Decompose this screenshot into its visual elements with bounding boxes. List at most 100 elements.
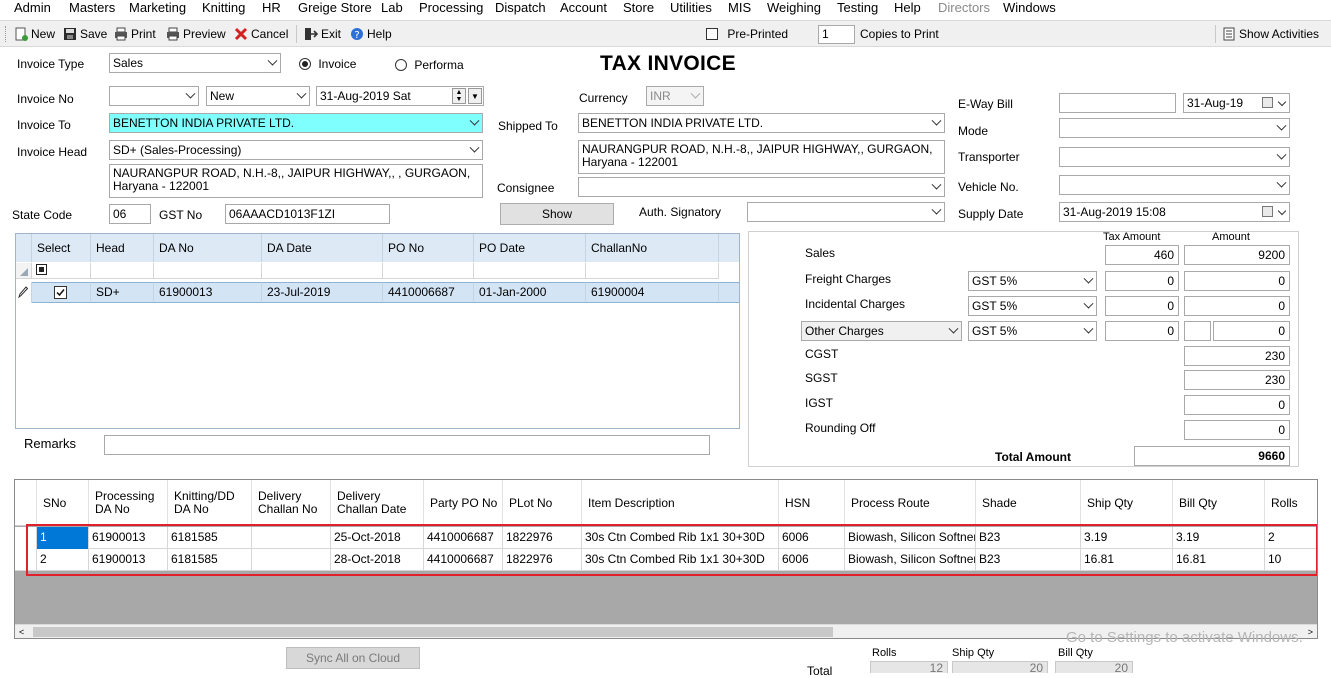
cell-delivery-challan-date[interactable]: 25-Oct-2018 bbox=[331, 527, 424, 549]
invoice-type-select[interactable]: Sales bbox=[109, 53, 281, 73]
currency-select[interactable]: INR bbox=[646, 86, 704, 106]
scroll-thumb[interactable] bbox=[33, 627, 833, 637]
cell-processing-da[interactable]: 61900013 bbox=[89, 549, 168, 571]
menu-weighing[interactable]: Weighing bbox=[767, 0, 821, 16]
sync-cloud-button[interactable]: Sync All on Cloud bbox=[286, 647, 420, 669]
cell-processing-da[interactable]: 61900013 bbox=[89, 527, 168, 549]
col-bill-qty[interactable]: Bill Qty bbox=[1173, 480, 1265, 526]
row-select-checkbox[interactable] bbox=[54, 286, 67, 299]
col-plot-no[interactable]: PLot No bbox=[503, 480, 582, 526]
col-ship-qty[interactable]: Ship Qty bbox=[1081, 480, 1173, 526]
menu-testing[interactable]: Testing bbox=[837, 0, 878, 16]
table-row[interactable]: 2 61900013 6181585 28-Oct-2018 441000668… bbox=[15, 549, 1317, 571]
shipped-address-text[interactable]: NAURANGPUR ROAD, N.H.-8,, JAIPUR HIGHWAY… bbox=[578, 140, 945, 174]
menu-masters[interactable]: Masters bbox=[69, 0, 115, 16]
cell-item-description[interactable]: 30s Ctn Combed Rib 1x1 30+30D bbox=[582, 527, 779, 549]
auth-signatory-select[interactable] bbox=[747, 202, 945, 222]
cell-shade[interactable]: B23 bbox=[976, 549, 1081, 571]
igst-input[interactable]: 0 bbox=[1184, 395, 1290, 415]
row-select-cell[interactable] bbox=[32, 282, 91, 303]
other-gst-select[interactable]: GST 5% bbox=[968, 321, 1097, 341]
invoice-to-select[interactable]: BENETTON INDIA PRIVATE LTD. bbox=[109, 113, 483, 133]
gst-no-input[interactable]: 06AAACD1013F1ZI bbox=[225, 204, 390, 224]
cell-delivery-challan-date[interactable]: 28-Oct-2018 bbox=[331, 549, 424, 571]
cell-party-po[interactable]: 4410006687 bbox=[424, 549, 503, 571]
preprinted-check-box[interactable] bbox=[706, 28, 718, 40]
freight-tax-input[interactable]: 0 bbox=[1105, 271, 1179, 291]
cell-po-no[interactable]: 4410006687 bbox=[383, 282, 474, 303]
other-tax-input[interactable]: 0 bbox=[1105, 321, 1179, 341]
invoice-head-select[interactable]: SD+ (Sales-Processing) bbox=[109, 140, 483, 160]
col-challan-no[interactable]: ChallanNo bbox=[586, 234, 719, 262]
cell-party-po[interactable]: 4410006687 bbox=[424, 527, 503, 549]
col-item-description[interactable]: Item Description bbox=[582, 480, 779, 526]
cancel-button[interactable]: Cancel bbox=[234, 27, 288, 41]
cell-plot-no[interactable]: 1822976 bbox=[503, 549, 582, 571]
col-delivery-challan-no[interactable]: Delivery Challan No bbox=[252, 480, 331, 526]
exit-button[interactable]: Exit bbox=[304, 27, 341, 41]
cell-item-description[interactable]: 30s Ctn Combed Rib 1x1 30+30D bbox=[582, 549, 779, 571]
cell-hsn[interactable]: 6006 bbox=[779, 549, 845, 571]
rounding-input[interactable]: 0 bbox=[1184, 420, 1290, 440]
new-button[interactable]: New bbox=[14, 27, 55, 41]
cell-da-date[interactable]: 23-Jul-2019 bbox=[262, 282, 383, 303]
filter-da-no[interactable] bbox=[154, 263, 262, 279]
cell-shade[interactable]: B23 bbox=[976, 527, 1081, 549]
menu-directors[interactable]: Directors bbox=[938, 0, 990, 16]
calendar-dropdown-icon[interactable]: ▼ bbox=[468, 88, 482, 104]
calendar-icon[interactable] bbox=[1262, 206, 1273, 217]
invoice-date-picker[interactable]: 31-Aug-2019 Sat ▲ ▼ ▼ bbox=[316, 86, 484, 106]
col-po-date[interactable]: PO Date bbox=[474, 234, 586, 262]
invoice-radio[interactable]: Invoice bbox=[299, 57, 356, 71]
scroll-left-icon[interactable]: < bbox=[19, 627, 24, 637]
col-shade[interactable]: Shade bbox=[976, 480, 1081, 526]
cell-process-route[interactable]: Biowash, Silicon Softner... bbox=[845, 549, 976, 571]
cell-knitting-da[interactable]: 6181585 bbox=[168, 527, 252, 549]
filter-po-date[interactable] bbox=[474, 263, 586, 279]
cell-plot-no[interactable]: 1822976 bbox=[503, 527, 582, 549]
menu-store[interactable]: Store bbox=[623, 0, 654, 16]
chevron-down-icon[interactable] bbox=[1277, 206, 1287, 216]
chevron-down-icon[interactable] bbox=[1277, 97, 1287, 107]
menu-hr[interactable]: HR bbox=[262, 0, 281, 16]
menu-processing[interactable]: Processing bbox=[419, 0, 483, 16]
invoice-no-select[interactable] bbox=[109, 86, 199, 106]
remarks-input[interactable] bbox=[104, 435, 710, 455]
cell-delivery-challan-no[interactable] bbox=[252, 549, 331, 571]
show-activities-button[interactable]: Show Activities bbox=[1222, 27, 1319, 41]
col-sno[interactable]: SNo bbox=[37, 480, 89, 526]
col-da-no[interactable]: DA No bbox=[154, 234, 262, 262]
cell-challan-no[interactable]: 61900004 bbox=[586, 282, 719, 303]
col-processing-da[interactable]: Processing DA No bbox=[89, 480, 168, 526]
consignee-select[interactable] bbox=[578, 177, 945, 197]
date-spin-icon[interactable]: ▲ ▼ bbox=[452, 88, 466, 104]
cell-da-no[interactable]: 61900013 bbox=[154, 282, 262, 303]
col-da-date[interactable]: DA Date bbox=[262, 234, 383, 262]
menu-admin[interactable]: Admin bbox=[14, 0, 51, 16]
invoice-radio-dot[interactable] bbox=[299, 58, 311, 70]
filter-challan-no[interactable] bbox=[586, 263, 719, 279]
incidental-gst-select[interactable]: GST 5% bbox=[968, 296, 1097, 316]
menu-utilities[interactable]: Utilities bbox=[670, 0, 712, 16]
transporter-select[interactable] bbox=[1059, 147, 1290, 167]
col-select[interactable]: Select bbox=[32, 234, 91, 262]
cell-po-date[interactable]: 01-Jan-2000 bbox=[474, 282, 586, 303]
table-row[interactable]: 1 61900013 6181585 25-Oct-2018 441000668… bbox=[15, 527, 1317, 549]
col-hsn[interactable]: HSN bbox=[779, 480, 845, 526]
col-party-po[interactable]: Party PO No bbox=[424, 480, 503, 526]
select-all-checkbox[interactable] bbox=[36, 264, 47, 275]
freight-gst-select[interactable]: GST 5% bbox=[968, 271, 1097, 291]
menu-lab[interactable]: Lab bbox=[381, 0, 403, 16]
filter-select-all[interactable] bbox=[32, 263, 91, 279]
preview-button[interactable]: Preview bbox=[166, 27, 226, 41]
show-button[interactable]: Show bbox=[500, 203, 614, 225]
shipped-to-select[interactable]: BENETTON INDIA PRIVATE LTD. bbox=[578, 113, 945, 133]
sales-amount-input[interactable]: 9200 bbox=[1184, 245, 1290, 265]
cell-sno[interactable]: 2 bbox=[37, 549, 89, 571]
sales-tax-input[interactable]: 460 bbox=[1105, 245, 1179, 265]
help-button[interactable]: ? Help bbox=[350, 27, 392, 41]
freight-amount-input[interactable]: 0 bbox=[1184, 271, 1290, 291]
invoice-status-select[interactable]: New bbox=[206, 86, 310, 106]
preprinted-checkbox[interactable]: Pre-Printed bbox=[706, 27, 788, 41]
save-button[interactable]: Save bbox=[63, 27, 107, 41]
